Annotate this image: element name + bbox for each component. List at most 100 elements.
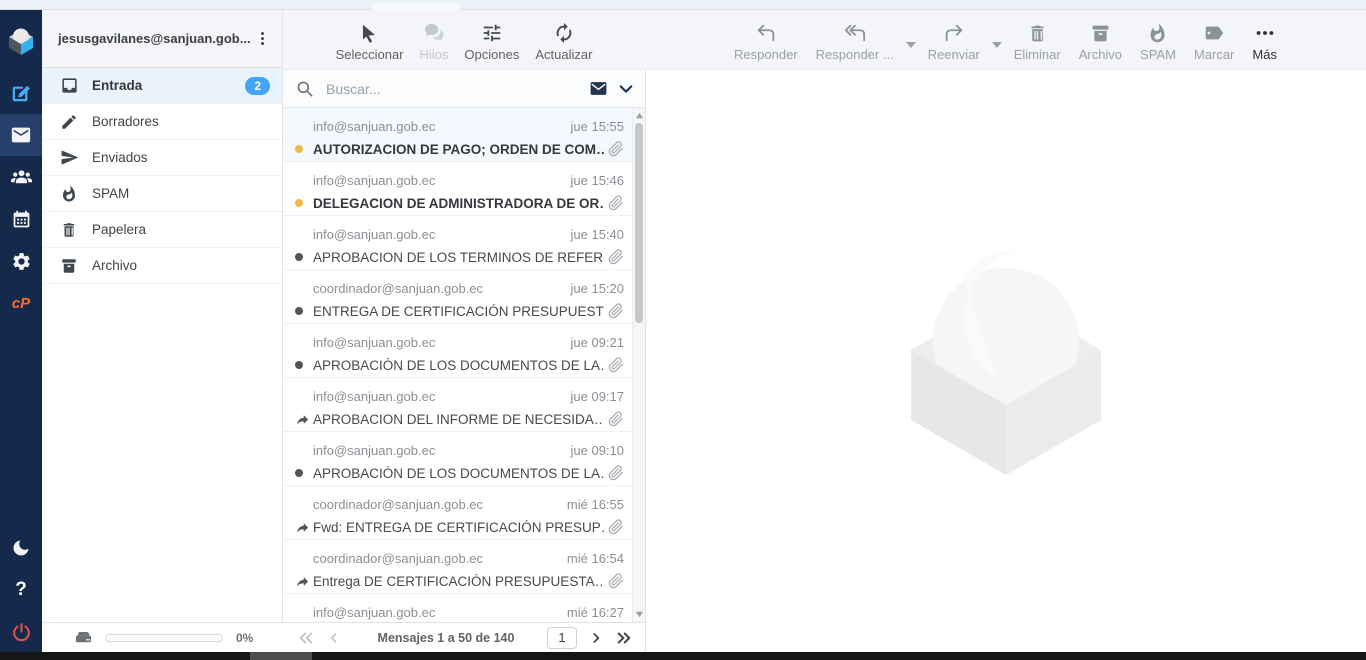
inbox-icon bbox=[59, 76, 79, 96]
mark-button[interactable]: Marcar bbox=[1188, 16, 1240, 64]
sidebar-item-settings[interactable] bbox=[0, 240, 42, 282]
refresh-button[interactable]: Actualizar bbox=[529, 16, 598, 64]
cpanel-icon: cP bbox=[12, 295, 30, 312]
help-button[interactable]: ? bbox=[0, 569, 42, 611]
last-page-button[interactable] bbox=[613, 627, 635, 649]
refresh-icon bbox=[553, 18, 575, 44]
message-row[interactable]: coordinador@sanjuan.gob.ecjue 15:20 ENTR… bbox=[283, 270, 632, 324]
attachment-icon bbox=[604, 519, 624, 535]
dark-mode-button[interactable] bbox=[0, 527, 42, 569]
select-button[interactable]: Seleccionar bbox=[330, 16, 410, 64]
threads-button[interactable]: Hilos bbox=[414, 16, 455, 64]
message-row[interactable]: info@sanjuan.gob.ecjue 15:40 APROBACION … bbox=[283, 216, 632, 270]
attachment-icon bbox=[604, 357, 624, 373]
prev-page-button[interactable] bbox=[323, 627, 345, 649]
spam-button[interactable]: SPAM bbox=[1134, 16, 1182, 64]
message-row[interactable]: coordinador@sanjuan.gob.ecmié 16:55 Fwd:… bbox=[283, 486, 632, 540]
archive-icon bbox=[1090, 18, 1111, 44]
kebab-vertical-icon bbox=[254, 30, 271, 47]
message-row[interactable]: info@sanjuan.gob.ecjue 09:17 APROBACION … bbox=[283, 378, 632, 432]
folder-label: Archivo bbox=[92, 258, 137, 273]
main-toolbar: Seleccionar Hilos Opciones Actualizar Re… bbox=[283, 10, 1366, 70]
message-sender: info@sanjuan.gob.ec bbox=[313, 227, 571, 242]
message-actions-group: Responder Responder ... Reenviar Elimina… bbox=[645, 10, 1366, 69]
message-row[interactable]: info@sanjuan.gob.ecjue 15:55 AUTORIZACIO… bbox=[283, 108, 632, 162]
cursor-icon bbox=[359, 18, 380, 44]
chevron-right-icon bbox=[588, 630, 604, 646]
message-subject: Fwd: ENTREGA DE CERTIFICACIÓN PRESUP… bbox=[313, 520, 604, 535]
reply-button[interactable]: Responder bbox=[728, 16, 804, 64]
scrollbar-thumb[interactable] bbox=[635, 123, 643, 323]
browser-edge-strip bbox=[0, 0, 1366, 10]
folder-item-entrada[interactable]: Entrada 2 bbox=[42, 68, 282, 104]
next-page-button[interactable] bbox=[585, 627, 607, 649]
delete-button[interactable]: Eliminar bbox=[1008, 16, 1067, 64]
reply-all-button[interactable]: Responder ... bbox=[810, 16, 900, 64]
compose-button[interactable] bbox=[0, 72, 42, 114]
message-row[interactable]: info@sanjuan.gob.ecmié 16:27 bbox=[283, 594, 632, 622]
first-page-button[interactable] bbox=[295, 627, 317, 649]
forward-caret[interactable] bbox=[992, 42, 1002, 48]
archive-button[interactable]: Archivo bbox=[1073, 16, 1128, 64]
forward-icon bbox=[943, 18, 965, 44]
page-number-input[interactable] bbox=[547, 627, 577, 649]
message-row[interactable]: info@sanjuan.gob.ecjue 09:10 APROBACIÓN … bbox=[283, 432, 632, 486]
search-scope-button[interactable] bbox=[588, 79, 609, 98]
message-row[interactable]: coordinador@sanjuan.gob.ecmié 16:54 Entr… bbox=[283, 540, 632, 594]
message-list: info@sanjuan.gob.ecjue 15:55 AUTORIZACIO… bbox=[283, 108, 645, 622]
message-sender: coordinador@sanjuan.gob.ec bbox=[313, 551, 567, 566]
folder-item-archivo[interactable]: Archivo bbox=[42, 248, 282, 284]
trash-icon bbox=[1027, 18, 1048, 44]
forwarded-icon bbox=[295, 412, 313, 427]
folder-label: Borradores bbox=[92, 114, 159, 129]
search-input[interactable] bbox=[324, 80, 584, 98]
flame-icon bbox=[1147, 18, 1168, 44]
read-dot-icon bbox=[295, 307, 313, 315]
scroll-down-arrow[interactable] bbox=[635, 610, 644, 619]
quota-progressbar bbox=[105, 634, 223, 642]
sidebar-item-cpanel[interactable]: cP bbox=[0, 282, 42, 324]
message-sender: coordinador@sanjuan.gob.ec bbox=[313, 497, 567, 512]
disk-icon bbox=[74, 628, 93, 647]
folder-item-borradores[interactable]: Borradores bbox=[42, 104, 282, 140]
chevrons-right-icon bbox=[615, 629, 633, 647]
message-row[interactable]: info@sanjuan.gob.ecjue 09:21 APROBACIÓN … bbox=[283, 324, 632, 378]
pagination-footer: Mensajes 1 a 50 de 140 bbox=[283, 622, 645, 652]
forward-button[interactable]: Reenviar bbox=[922, 16, 986, 64]
options-sliders-icon bbox=[481, 18, 503, 44]
folder-label: Enviados bbox=[92, 150, 148, 165]
account-menu-button[interactable] bbox=[250, 25, 274, 53]
folder-item-papelera[interactable]: Papelera bbox=[42, 212, 282, 248]
reply-all-caret[interactable] bbox=[906, 42, 916, 48]
horizontal-scrollbar-thumb[interactable] bbox=[250, 652, 312, 660]
options-button[interactable]: Opciones bbox=[458, 16, 525, 64]
horizontal-scrollbar bbox=[0, 652, 1366, 660]
message-date: mié 16:55 bbox=[567, 497, 624, 512]
more-button[interactable]: Más bbox=[1246, 16, 1283, 64]
message-content-pane bbox=[646, 70, 1366, 652]
contacts-icon bbox=[10, 166, 33, 189]
read-dot-icon bbox=[295, 253, 313, 261]
message-row[interactable]: info@sanjuan.gob.ecjue 15:46 DELEGACION … bbox=[283, 162, 632, 216]
search-icon[interactable] bbox=[295, 79, 314, 98]
logout-button[interactable] bbox=[0, 611, 42, 653]
trash-icon bbox=[59, 220, 79, 240]
sidebar-item-contacts[interactable] bbox=[0, 156, 42, 198]
chevron-left-icon bbox=[326, 630, 342, 646]
sidebar-item-mail[interactable] bbox=[0, 114, 42, 156]
list-scrollbar bbox=[632, 108, 645, 622]
folder-item-spam[interactable]: SPAM bbox=[42, 176, 282, 212]
attachment-icon bbox=[604, 411, 624, 427]
list-actions-group: Seleccionar Hilos Opciones Actualizar bbox=[283, 10, 645, 69]
search-expand-button[interactable] bbox=[617, 80, 635, 98]
scroll-up-arrow[interactable] bbox=[635, 111, 644, 120]
unread-dot-icon bbox=[295, 199, 313, 207]
tag-icon bbox=[1203, 18, 1225, 44]
mail-icon bbox=[10, 124, 32, 146]
browser-edge-pill bbox=[372, 3, 460, 10]
folder-item-enviados[interactable]: Enviados bbox=[42, 140, 282, 176]
sidebar-item-calendar[interactable] bbox=[0, 198, 42, 240]
reply-icon bbox=[755, 18, 777, 44]
message-sender: info@sanjuan.gob.ec bbox=[313, 605, 567, 620]
chevron-down-icon bbox=[617, 80, 635, 98]
